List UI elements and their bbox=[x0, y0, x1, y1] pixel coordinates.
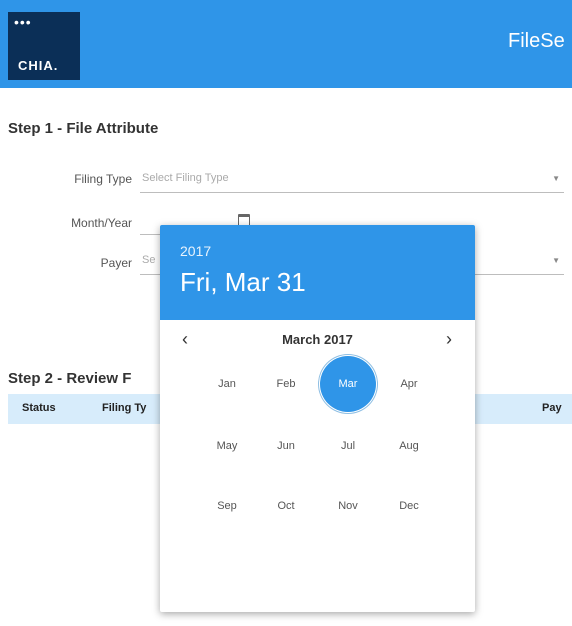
picker-selected-date: Fri, Mar 31 bbox=[180, 267, 306, 297]
logo-text: CHIA. bbox=[18, 58, 59, 73]
app-title: FileSe bbox=[508, 30, 565, 52]
month-jan[interactable]: Jan bbox=[199, 356, 255, 412]
payer-placeholder: Se bbox=[142, 254, 156, 266]
month-oct[interactable]: Oct bbox=[258, 478, 314, 534]
month-nov[interactable]: Nov bbox=[320, 478, 376, 534]
dropdown-caret-icon: ▼ bbox=[552, 256, 560, 265]
month-dec[interactable]: Dec bbox=[381, 478, 437, 534]
month-jun[interactable]: Jun bbox=[258, 418, 314, 474]
dropdown-caret-icon: ▼ bbox=[552, 174, 560, 183]
month-may[interactable]: May bbox=[199, 418, 255, 474]
month-feb[interactable]: Feb bbox=[258, 356, 314, 412]
month-apr[interactable]: Apr bbox=[381, 356, 437, 412]
month-sep[interactable]: Sep bbox=[199, 478, 255, 534]
logo-dots: ••• bbox=[14, 14, 32, 30]
month-year-label: Month/Year bbox=[71, 216, 132, 230]
chia-logo[interactable]: ••• CHIA. bbox=[8, 12, 80, 80]
filing-type-placeholder: Select Filing Type bbox=[142, 172, 229, 184]
column-filing-type[interactable]: Filing Ty bbox=[102, 402, 146, 414]
month-mar[interactable]: Mar bbox=[320, 356, 376, 412]
date-picker-popup: 2017 Fri, Mar 31 ‹ March 2017 › Jan Feb … bbox=[160, 225, 475, 612]
month-jul[interactable]: Jul bbox=[320, 418, 376, 474]
filing-type-select[interactable]: Select Filing Type ▼ bbox=[140, 166, 564, 193]
column-payer[interactable]: Pay bbox=[542, 402, 562, 414]
picker-year[interactable]: 2017 bbox=[180, 243, 211, 259]
top-bar: ••• CHIA. FileSe bbox=[0, 0, 572, 88]
column-status[interactable]: Status bbox=[22, 402, 56, 414]
month-aug[interactable]: Aug bbox=[381, 418, 437, 474]
payer-label: Payer bbox=[100, 256, 132, 270]
date-picker-header: 2017 Fri, Mar 31 bbox=[160, 225, 475, 320]
step2-title: Step 2 - Review F bbox=[8, 370, 132, 387]
picker-nav-label: March 2017 bbox=[282, 332, 353, 347]
filing-type-label: Filing Type bbox=[74, 172, 132, 186]
next-year-icon[interactable]: › bbox=[446, 329, 452, 350]
step1-title: Step 1 - File Attribute bbox=[8, 120, 159, 137]
